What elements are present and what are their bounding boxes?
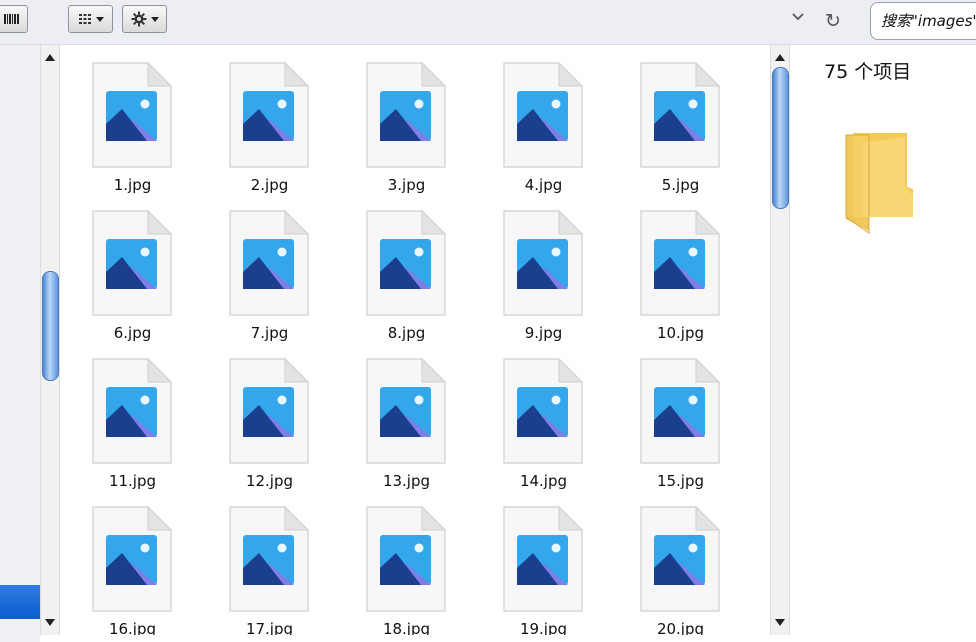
view-options-button[interactable] <box>68 5 113 33</box>
file-item[interactable]: 9.jpg <box>457 193 594 342</box>
scroll-up-icon[interactable] <box>45 54 55 61</box>
selected-nav-item[interactable] <box>0 585 40 619</box>
image-file-icon <box>503 358 583 464</box>
navigation-pane <box>0 45 40 642</box>
file-item[interactable]: 7.jpg <box>183 193 320 342</box>
file-item[interactable]: 19.jpg <box>457 489 594 635</box>
image-file-icon <box>229 210 309 316</box>
file-item[interactable]: 15.jpg <box>594 341 731 490</box>
file-item[interactable]: 16.jpg <box>63 489 183 635</box>
folder-icon <box>845 133 913 234</box>
file-grid: 1.jpg 2.jpg 3.jpg 4.jpg 5.jpg 6.jpg 7.jpg 8.jpg… <box>63 45 770 635</box>
scroll-up-icon[interactable] <box>775 54 785 61</box>
gear-icon <box>131 11 146 27</box>
barcode-icon <box>4 14 19 24</box>
image-file-icon <box>366 358 446 464</box>
barcode-button[interactable] <box>0 5 28 33</box>
view-grid-icon <box>78 14 91 24</box>
file-item[interactable]: 8.jpg <box>320 193 457 342</box>
file-name: 5.jpg <box>661 176 700 194</box>
file-item[interactable]: 5.jpg <box>594 45 731 194</box>
scroll-down-icon[interactable] <box>775 619 785 626</box>
dropdown-caret-icon <box>95 16 104 22</box>
image-file-icon <box>503 62 583 168</box>
image-file-icon <box>640 506 720 612</box>
file-item[interactable]: 11.jpg <box>63 341 183 490</box>
image-file-icon <box>229 62 309 168</box>
image-file-icon <box>229 358 309 464</box>
search-input[interactable]: 搜索"images" <box>870 2 976 40</box>
image-file-icon <box>503 506 583 612</box>
image-file-icon <box>229 506 309 612</box>
file-item[interactable]: 3.jpg <box>320 45 457 194</box>
file-name: 10.jpg <box>656 324 705 342</box>
file-name: 20.jpg <box>656 620 705 635</box>
item-count: 75 个项目 <box>824 61 912 83</box>
file-item[interactable]: 2.jpg <box>183 45 320 194</box>
image-file-icon <box>640 62 720 168</box>
content-scrollbar[interactable] <box>770 45 790 635</box>
toolbar: ↻ 搜索"images" <box>0 0 976 45</box>
file-item[interactable]: 6.jpg <box>63 193 183 342</box>
image-file-icon <box>366 62 446 168</box>
file-item[interactable]: 17.jpg <box>183 489 320 635</box>
image-file-icon <box>366 506 446 612</box>
image-file-icon <box>640 358 720 464</box>
scroll-thumb[interactable] <box>772 67 789 209</box>
file-item[interactable]: 20.jpg <box>594 489 731 635</box>
image-file-icon <box>503 210 583 316</box>
file-item[interactable]: 14.jpg <box>457 341 594 490</box>
image-file-icon <box>92 210 172 316</box>
settings-button[interactable] <box>122 5 167 33</box>
scroll-down-icon[interactable] <box>45 619 55 626</box>
navigation-scrollbar[interactable] <box>40 45 60 635</box>
image-file-icon <box>366 210 446 316</box>
file-item[interactable]: 4.jpg <box>457 45 594 194</box>
file-item[interactable]: 13.jpg <box>320 341 457 490</box>
scroll-thumb[interactable] <box>42 271 59 381</box>
chevron-down-icon[interactable] <box>791 12 805 22</box>
file-item[interactable]: 12.jpg <box>183 341 320 490</box>
image-file-icon <box>92 506 172 612</box>
preview-pane: 75 个项目 <box>791 45 976 642</box>
image-file-icon <box>92 358 172 464</box>
file-name: 15.jpg <box>656 472 705 490</box>
refresh-icon[interactable]: ↻ <box>825 9 841 33</box>
image-file-icon <box>92 62 172 168</box>
file-item[interactable]: 18.jpg <box>320 489 457 635</box>
file-item[interactable]: 10.jpg <box>594 193 731 342</box>
dropdown-caret-icon <box>150 16 159 22</box>
file-item[interactable]: 1.jpg <box>63 45 183 194</box>
image-file-icon <box>640 210 720 316</box>
